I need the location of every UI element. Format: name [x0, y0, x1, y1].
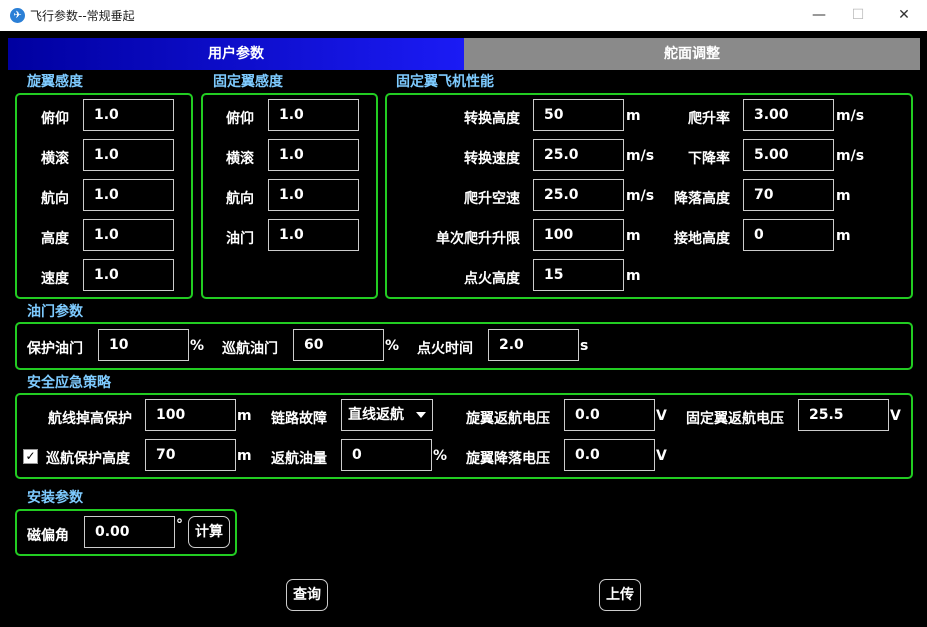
landing-alt-label: 降落高度 — [674, 191, 730, 207]
fixed-pitch-input[interactable]: 1.0 — [268, 99, 359, 131]
landing-alt-unit: m — [836, 188, 851, 204]
ignition-time-input[interactable]: 2.0 — [488, 329, 579, 361]
protect-throttle-label: 保护油门 — [27, 341, 83, 357]
app-icon: ✈ — [10, 8, 25, 23]
upload-button[interactable]: 上传 — [599, 579, 641, 611]
descent-rate-label: 下降率 — [688, 151, 730, 167]
fixed-yaw-input[interactable]: 1.0 — [268, 179, 359, 211]
transition-alt-input[interactable]: 50 — [533, 99, 624, 131]
fixed-sensitivity-title: 固定翼感度 — [213, 74, 283, 90]
protect-throttle-unit: % — [190, 338, 205, 354]
close-button[interactable]: ✕ — [889, 4, 919, 26]
descent-rate-input[interactable]: 5.00 — [743, 139, 834, 171]
rtl-fuel-input[interactable]: 0 — [341, 439, 432, 471]
query-button[interactable]: 查询 — [286, 579, 328, 611]
route-drop-unit: m — [237, 408, 252, 424]
protect-throttle-input[interactable]: 10 — [98, 329, 189, 361]
transition-speed-input[interactable]: 25.0 — [533, 139, 624, 171]
touchdown-alt-label: 接地高度 — [674, 231, 730, 247]
transition-speed-label: 转换速度 — [464, 151, 520, 167]
ignition-alt-input[interactable]: 15 — [533, 259, 624, 291]
route-drop-input[interactable]: 100 — [145, 399, 236, 431]
title-bar: ✈ 飞行参数--常规垂起 — ☐ ✕ — [0, 0, 927, 31]
descent-rate-unit: m/s — [836, 148, 865, 164]
transition-alt-label: 转换高度 — [464, 111, 520, 127]
climb-ceiling-label: 单次爬升升限 — [436, 231, 520, 247]
calculate-button[interactable]: 计算 — [188, 516, 230, 548]
rotor-roll-input[interactable]: 1.0 — [83, 139, 174, 171]
touchdown-alt-unit: m — [836, 228, 851, 244]
rotor-land-volt-label: 旋翼降落电压 — [466, 451, 550, 467]
ignition-time-label: 点火时间 — [417, 341, 473, 357]
fixed-yaw-label: 航向 — [226, 191, 254, 207]
rotor-rtl-volt-input[interactable]: 0.0 — [564, 399, 655, 431]
rotor-land-volt-input[interactable]: 0.0 — [564, 439, 655, 471]
fixed-rtl-volt-input[interactable]: 25.5 — [798, 399, 889, 431]
safety-title: 安全应急策略 — [27, 375, 111, 391]
link-fail-value: 直线返航 — [348, 407, 404, 423]
cruise-throttle-input[interactable]: 60 — [293, 329, 384, 361]
fixed-rtl-volt-unit: V — [890, 408, 901, 424]
fixed-roll-label: 横滚 — [226, 151, 254, 167]
cruise-throttle-label: 巡航油门 — [222, 341, 278, 357]
landing-alt-input[interactable]: 70 — [743, 179, 834, 211]
climb-airspeed-label: 爬升空速 — [464, 191, 520, 207]
rotor-rtl-volt-label: 旋翼返航电压 — [466, 411, 550, 427]
climb-rate-label: 爬升率 — [688, 111, 730, 127]
link-fail-select[interactable]: 直线返航 — [341, 399, 433, 431]
performance-title: 固定翼飞机性能 — [396, 74, 494, 90]
chevron-down-icon — [416, 412, 426, 418]
mag-declination-unit: ° — [176, 517, 183, 533]
rotor-sensitivity-title: 旋翼感度 — [27, 74, 83, 90]
rotor-altitude-label: 高度 — [41, 231, 69, 247]
ignition-alt-unit: m — [626, 268, 641, 284]
rtl-fuel-unit: % — [433, 448, 448, 464]
cruise-protect-unit: m — [237, 448, 252, 464]
cruise-protect-label: 巡航保护高度 — [46, 451, 130, 467]
cruise-throttle-unit: % — [385, 338, 400, 354]
climb-ceiling-input[interactable]: 100 — [533, 219, 624, 251]
cruise-protect-input[interactable]: 70 — [145, 439, 236, 471]
climb-rate-unit: m/s — [836, 108, 865, 124]
tab-user-params[interactable]: 用户参数 — [8, 38, 464, 70]
install-title: 安装参数 — [27, 490, 83, 506]
mag-declination-label: 磁偏角 — [27, 528, 69, 544]
throttle-title: 油门参数 — [27, 304, 83, 320]
rtl-fuel-label: 返航油量 — [271, 451, 327, 467]
climb-rate-input[interactable]: 3.00 — [743, 99, 834, 131]
rotor-pitch-label: 俯仰 — [41, 111, 69, 127]
rotor-altitude-input[interactable]: 1.0 — [83, 219, 174, 251]
climb-airspeed-input[interactable]: 25.0 — [533, 179, 624, 211]
fixed-throttle-input[interactable]: 1.0 — [268, 219, 359, 251]
cruise-protect-checkbox[interactable]: ✓ — [23, 449, 38, 464]
rotor-land-volt-unit: V — [656, 448, 667, 464]
tab-surface-adjust[interactable]: 舵面调整 — [464, 38, 920, 70]
window-title: 飞行参数--常规垂起 — [30, 9, 135, 23]
rotor-speed-label: 速度 — [41, 271, 69, 287]
route-drop-label: 航线掉高保护 — [48, 411, 132, 427]
fixed-roll-input[interactable]: 1.0 — [268, 139, 359, 171]
ignition-time-unit: s — [580, 338, 589, 354]
fixed-pitch-label: 俯仰 — [226, 111, 254, 127]
rotor-yaw-input[interactable]: 1.0 — [83, 179, 174, 211]
climb-ceiling-unit: m — [626, 228, 641, 244]
transition-alt-unit: m — [626, 108, 641, 124]
rotor-rtl-volt-unit: V — [656, 408, 667, 424]
rotor-speed-input[interactable]: 1.0 — [83, 259, 174, 291]
link-fail-label: 链路故障 — [271, 411, 327, 427]
touchdown-alt-input[interactable]: 0 — [743, 219, 834, 251]
ignition-alt-label: 点火高度 — [464, 271, 520, 287]
rotor-pitch-input[interactable]: 1.0 — [83, 99, 174, 131]
rotor-roll-label: 横滚 — [41, 151, 69, 167]
mag-declination-input[interactable]: 0.00 — [84, 516, 175, 548]
fixed-throttle-label: 油门 — [226, 231, 254, 247]
rotor-yaw-label: 航向 — [41, 191, 69, 207]
tab-bar: 用户参数 舵面调整 — [8, 38, 920, 70]
minimize-button[interactable]: — — [804, 4, 834, 26]
fixed-rtl-volt-label: 固定翼返航电压 — [686, 411, 784, 427]
maximize-button[interactable]: ☐ — [843, 4, 873, 26]
